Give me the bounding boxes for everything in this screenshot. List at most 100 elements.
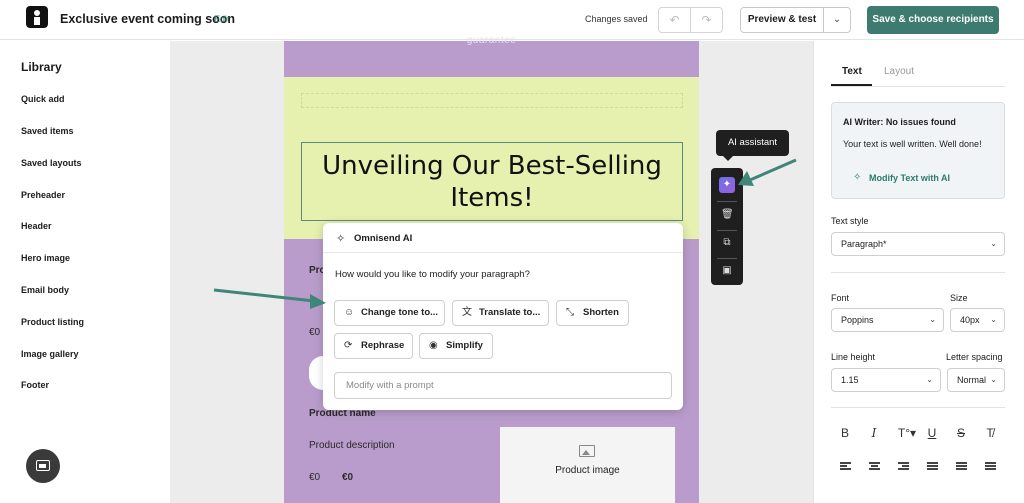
omnisend-logo-icon[interactable] [26,6,48,28]
italic-icon[interactable]: I [866,426,882,440]
modify-text-with-ai-link[interactable]: Modify Text with AI [869,173,950,183]
shrink-icon: ⤡ [566,307,574,318]
magic-wand-icon: ✧ [853,172,862,183]
headline-text[interactable]: Unveiling Our Best-Selling Items! [302,143,682,214]
font-select[interactable]: Poppins ⌄ [831,308,944,332]
ai-assistant-button[interactable]: ✦ [719,177,735,193]
section-divider [831,272,1005,273]
section-divider [831,407,1005,408]
preview-dropdown-button[interactable]: ⌄ [823,7,851,33]
save-status: Changes saved [585,14,648,24]
strikethrough-icon[interactable]: S [953,426,969,440]
toolbar-divider [717,230,737,231]
selected-headline-block[interactable]: Unveiling Our Best-Selling Items! [301,142,683,221]
product-image-label: Product image [555,465,620,476]
shorten-button[interactable]: ⤡ Shorten [556,300,629,326]
simplify-button[interactable]: ◉ Simplify [419,333,493,359]
edit-title-link[interactable]: Edit [214,14,230,24]
letter-spacing-label: Letter spacing [946,352,1003,362]
rephrase-button[interactable]: ⟳ Rephrase [334,333,413,359]
tab-layout[interactable]: Layout [884,66,914,77]
translate-label: Translate to... [479,307,541,318]
clear-format-icon[interactable]: T̸ [982,426,998,440]
refresh-icon: ⟳ [344,340,353,351]
library-item-header[interactable]: Header [21,221,52,231]
library-item-product-listing[interactable]: Product listing [21,317,84,327]
image-icon [579,445,595,457]
product-image-placeholder[interactable]: Product image [500,427,675,503]
library-item-quick-add[interactable]: Quick add [21,94,65,104]
library-item-footer[interactable]: Footer [21,380,49,390]
numbered-list-icon[interactable] [956,462,967,471]
text-style-select[interactable]: Paragraph* ⌄ [831,232,1005,256]
ai-writer-title: AI Writer: No issues found [843,117,956,127]
tab-text[interactable]: Text [842,66,862,77]
align-justify-icon[interactable] [927,462,938,471]
library-item-image-gallery[interactable]: Image gallery [21,349,79,359]
line-height-label: Line height [831,352,876,362]
superscript-icon[interactable]: T°▾ [895,426,919,440]
size-value: 40px [960,315,980,325]
library-item-saved-items[interactable]: Saved items [21,126,74,136]
delete-block-icon[interactable]: 🗑 [721,209,734,221]
chat-icon [36,460,50,471]
magic-wand-icon: ✧ [336,233,346,245]
shorten-label: Shorten [583,307,619,318]
smile-icon: ☺ [344,307,355,318]
save-block-icon[interactable]: ▣ [721,265,733,277]
bulleted-list-icon[interactable] [985,462,996,471]
save-choose-recipients-button[interactable]: Save & choose recipients [867,6,999,34]
letter-spacing-value: Normal [957,375,987,385]
chevron-down-icon: ⌄ [990,375,997,384]
ai-assistant-tooltip: AI assistant [716,130,789,161]
ai-popover-title: Omnisend AI [354,233,413,244]
redo-button[interactable]: ↷ [690,7,723,33]
duplicate-block-icon[interactable]: ⧉ [721,237,733,249]
chevron-down-icon: ⌄ [990,315,997,324]
font-label: Font [831,293,850,303]
annotation-arrow-right [738,158,797,186]
preview-test-button[interactable]: Preview & test [740,7,824,33]
product-description: Product description [309,440,395,451]
align-right-icon[interactable] [898,462,909,471]
ai-sparkle-icon: ✦ [722,179,732,190]
empty-block-placeholder[interactable] [301,93,683,108]
align-center-icon[interactable] [869,462,880,471]
library-item-preheader[interactable]: Preheader [21,190,65,200]
support-chat-button[interactable] [26,449,60,483]
ai-writer-card: AI Writer: No issues found Your text is … [831,102,1005,199]
change-tone-button[interactable]: ☺ Change tone to... [334,300,445,326]
translate-icon: 文 [462,307,472,318]
top-bar: Exclusive event coming soon Edit Changes… [0,0,1024,40]
chevron-down-icon: ⌄ [929,315,936,324]
product-button-partial[interactable] [309,356,323,390]
email-top-section[interactable]: guarantee [284,35,699,77]
underline-icon[interactable]: U [924,426,940,440]
ai-writer-message: Your text is well written. Well done! [843,139,982,149]
text-style-value: Paragraph* [841,239,887,249]
price-partial: €0 [309,327,321,338]
product-old-price: €0 [342,472,354,483]
ai-question-text: How would you like to modify your paragr… [335,269,530,280]
translate-button[interactable]: 文 Translate to... [452,300,549,326]
align-left-icon[interactable] [840,462,851,471]
hero-text-section[interactable]: Unveiling Our Best-Selling Items! [284,77,699,239]
omnisend-ai-popover: ✧ Omnisend AI How would you like to modi… [323,223,683,410]
ai-prompt-input[interactable]: Modify with a prompt [334,372,672,399]
size-label: Size [950,293,968,303]
bold-icon[interactable]: B [837,426,853,440]
chevron-down-icon: ⌄ [926,375,933,384]
font-value: Poppins [841,315,874,325]
target-icon: ◉ [429,340,438,351]
toolbar-divider [717,258,737,259]
undo-icon: ↶ [669,13,680,27]
library-item-saved-layouts[interactable]: Saved layouts [21,158,82,168]
undo-button[interactable]: ↶ [658,7,691,33]
campaign-title: Exclusive event coming soon [60,12,236,26]
library-item-hero-image[interactable]: Hero image [21,253,70,263]
product-price: €0 [309,472,321,483]
size-select[interactable]: 40px ⌄ [950,308,1005,332]
line-height-select[interactable]: 1.15 ⌄ [831,368,941,392]
letter-spacing-select[interactable]: Normal ⌄ [947,368,1005,392]
library-item-email-body[interactable]: Email body [21,285,69,295]
